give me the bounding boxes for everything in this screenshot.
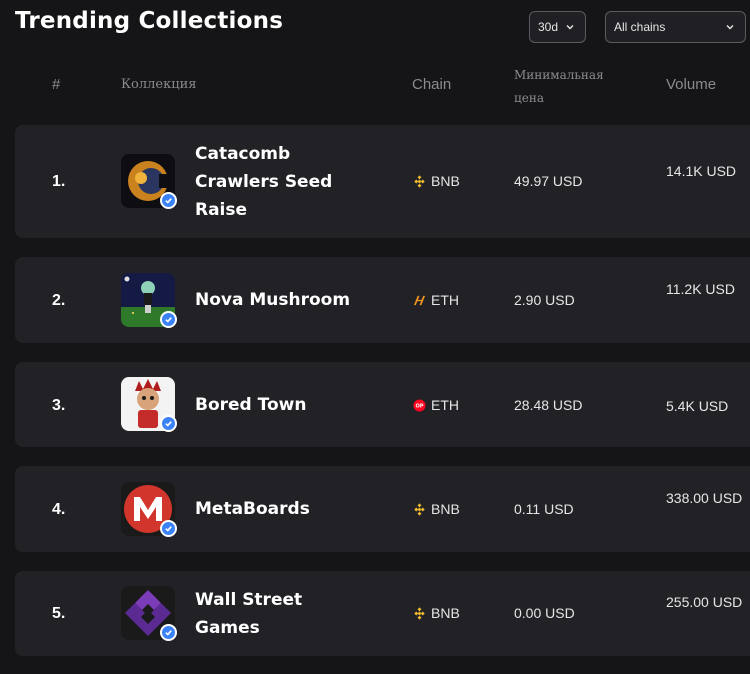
period-select-value: 30d	[538, 20, 559, 34]
bnb-icon	[414, 606, 425, 620]
table-row[interactable]: 2. Nova Mushroom ETH 2.90 USD 11.2K USD	[15, 257, 750, 343]
chain-label: BNB	[431, 173, 460, 189]
header-chain: Chain	[412, 76, 452, 93]
header-collection: Коллекция	[121, 77, 197, 92]
volume: 5.4K USD	[666, 398, 729, 414]
min-price: 2.90 USD	[514, 292, 575, 308]
header-volume: Volume	[666, 76, 717, 93]
page-title: Trending Collections	[15, 8, 284, 34]
verified-badge-icon	[160, 520, 177, 537]
min-price: 0.00 USD	[514, 605, 575, 621]
row-rank: 2.	[52, 292, 66, 309]
table-header: # Коллекция Chain Минимальная цена Volum…	[0, 60, 750, 112]
collection-name[interactable]: Catacomb Crawlers Seed Raise	[195, 140, 355, 224]
optimism-icon: OP	[413, 398, 426, 412]
collection-name[interactable]: MetaBoards	[195, 495, 395, 523]
volume: 14.1K USD	[666, 163, 737, 179]
chain-cell: OP ETH	[413, 397, 459, 413]
table-row[interactable]: 1. Catacomb Crawlers Seed Raise BNB 49.9…	[15, 125, 750, 238]
chain-label: ETH	[431, 292, 459, 308]
volume: 11.2K USD	[666, 281, 735, 297]
svg-text:OP: OP	[415, 403, 423, 409]
verified-badge-icon	[160, 192, 177, 209]
chain-cell: BNB	[413, 605, 460, 621]
verified-badge-icon	[160, 624, 177, 641]
min-price: 49.97 USD	[514, 173, 583, 189]
chain-cell: ETH	[413, 292, 459, 308]
chain-cell: BNB	[413, 501, 460, 517]
table-row[interactable]: 3. Bored Town OP ETH 28.48 USD 5.4K USD	[15, 362, 750, 447]
period-select[interactable]: 30d	[529, 11, 586, 43]
table-row[interactable]: 4. MetaBoards BNB 0.11 USD 338.00 USD	[15, 466, 750, 552]
collection-name[interactable]: Bored Town	[195, 391, 395, 419]
chain-label: BNB	[431, 501, 460, 517]
bnb-icon	[414, 174, 425, 188]
bnb-icon	[414, 502, 425, 516]
header-min-price: Минимальная цена	[514, 68, 604, 105]
verified-badge-icon	[160, 415, 177, 432]
min-price: 28.48 USD	[514, 397, 583, 413]
chevron-down-icon	[566, 25, 574, 30]
row-rank: 1.	[52, 173, 66, 190]
chain-label: BNB	[431, 605, 460, 621]
header-rank: #	[52, 76, 61, 93]
row-rank: 3.	[52, 397, 66, 414]
collection-name[interactable]: Nova Mushroom	[195, 286, 395, 314]
verified-badge-icon	[160, 311, 177, 328]
row-rank: 5.	[52, 605, 66, 622]
row-rank: 4.	[52, 501, 66, 518]
volume: 255.00 USD	[666, 594, 743, 610]
min-price: 0.11 USD	[514, 501, 574, 517]
volume: 338.00 USD	[666, 490, 743, 506]
chain-select[interactable]: All chains	[605, 11, 746, 43]
chevron-down-icon	[726, 25, 734, 30]
eth-network-icon	[413, 295, 426, 305]
collection-name[interactable]: Wall Street Games	[195, 586, 345, 642]
chain-cell: BNB	[413, 173, 460, 189]
table-row[interactable]: 5. Wall Street Games BNB 0.00 USD 255.00…	[15, 571, 750, 656]
chain-select-value: All chains	[614, 20, 666, 34]
chain-label: ETH	[431, 397, 459, 413]
